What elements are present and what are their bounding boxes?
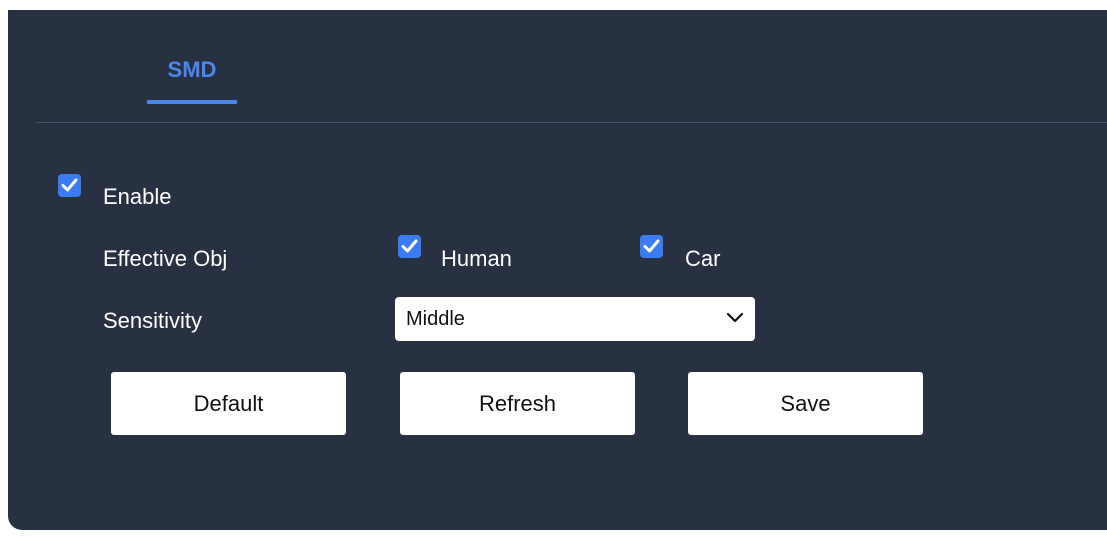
default-button[interactable]: Default bbox=[111, 372, 346, 435]
save-button[interactable]: Save bbox=[688, 372, 923, 435]
tab-divider bbox=[36, 122, 1107, 123]
tab-smd-label: SMD bbox=[167, 57, 217, 82]
tab-smd[interactable]: SMD bbox=[147, 52, 237, 104]
check-icon bbox=[61, 178, 78, 192]
smd-settings-panel: SMD Enable Effective Obj Human Car Sensi… bbox=[8, 10, 1107, 530]
sensitivity-selected-value: Middle bbox=[406, 308, 465, 330]
refresh-button[interactable]: Refresh bbox=[400, 372, 635, 435]
check-icon bbox=[643, 239, 660, 253]
human-label: Human bbox=[441, 246, 512, 271]
enable-label: Enable bbox=[103, 184, 172, 209]
active-tab-indicator bbox=[147, 100, 237, 104]
sensitivity-select[interactable]: Middle bbox=[395, 297, 755, 341]
car-label: Car bbox=[685, 246, 721, 271]
human-checkbox[interactable] bbox=[398, 235, 421, 258]
enable-checkbox[interactable] bbox=[58, 174, 81, 197]
check-icon bbox=[401, 239, 418, 253]
effective-obj-label: Effective Obj bbox=[103, 246, 228, 271]
car-checkbox[interactable] bbox=[640, 235, 663, 258]
sensitivity-label: Sensitivity bbox=[103, 308, 203, 333]
chevron-down-icon bbox=[726, 312, 744, 323]
